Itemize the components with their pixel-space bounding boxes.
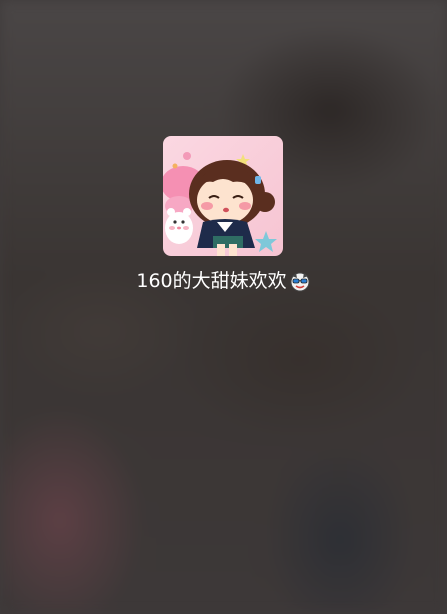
cartoon-girl-avatar-icon <box>163 136 283 256</box>
cool-face-emoji-icon <box>289 270 311 292</box>
blurred-background <box>0 0 447 614</box>
profile-avatar[interactable] <box>163 136 283 256</box>
nickname-text: 160的大甜妹欢欢 <box>136 270 287 292</box>
nickname-row: 160的大甜妹欢欢 <box>0 266 447 296</box>
